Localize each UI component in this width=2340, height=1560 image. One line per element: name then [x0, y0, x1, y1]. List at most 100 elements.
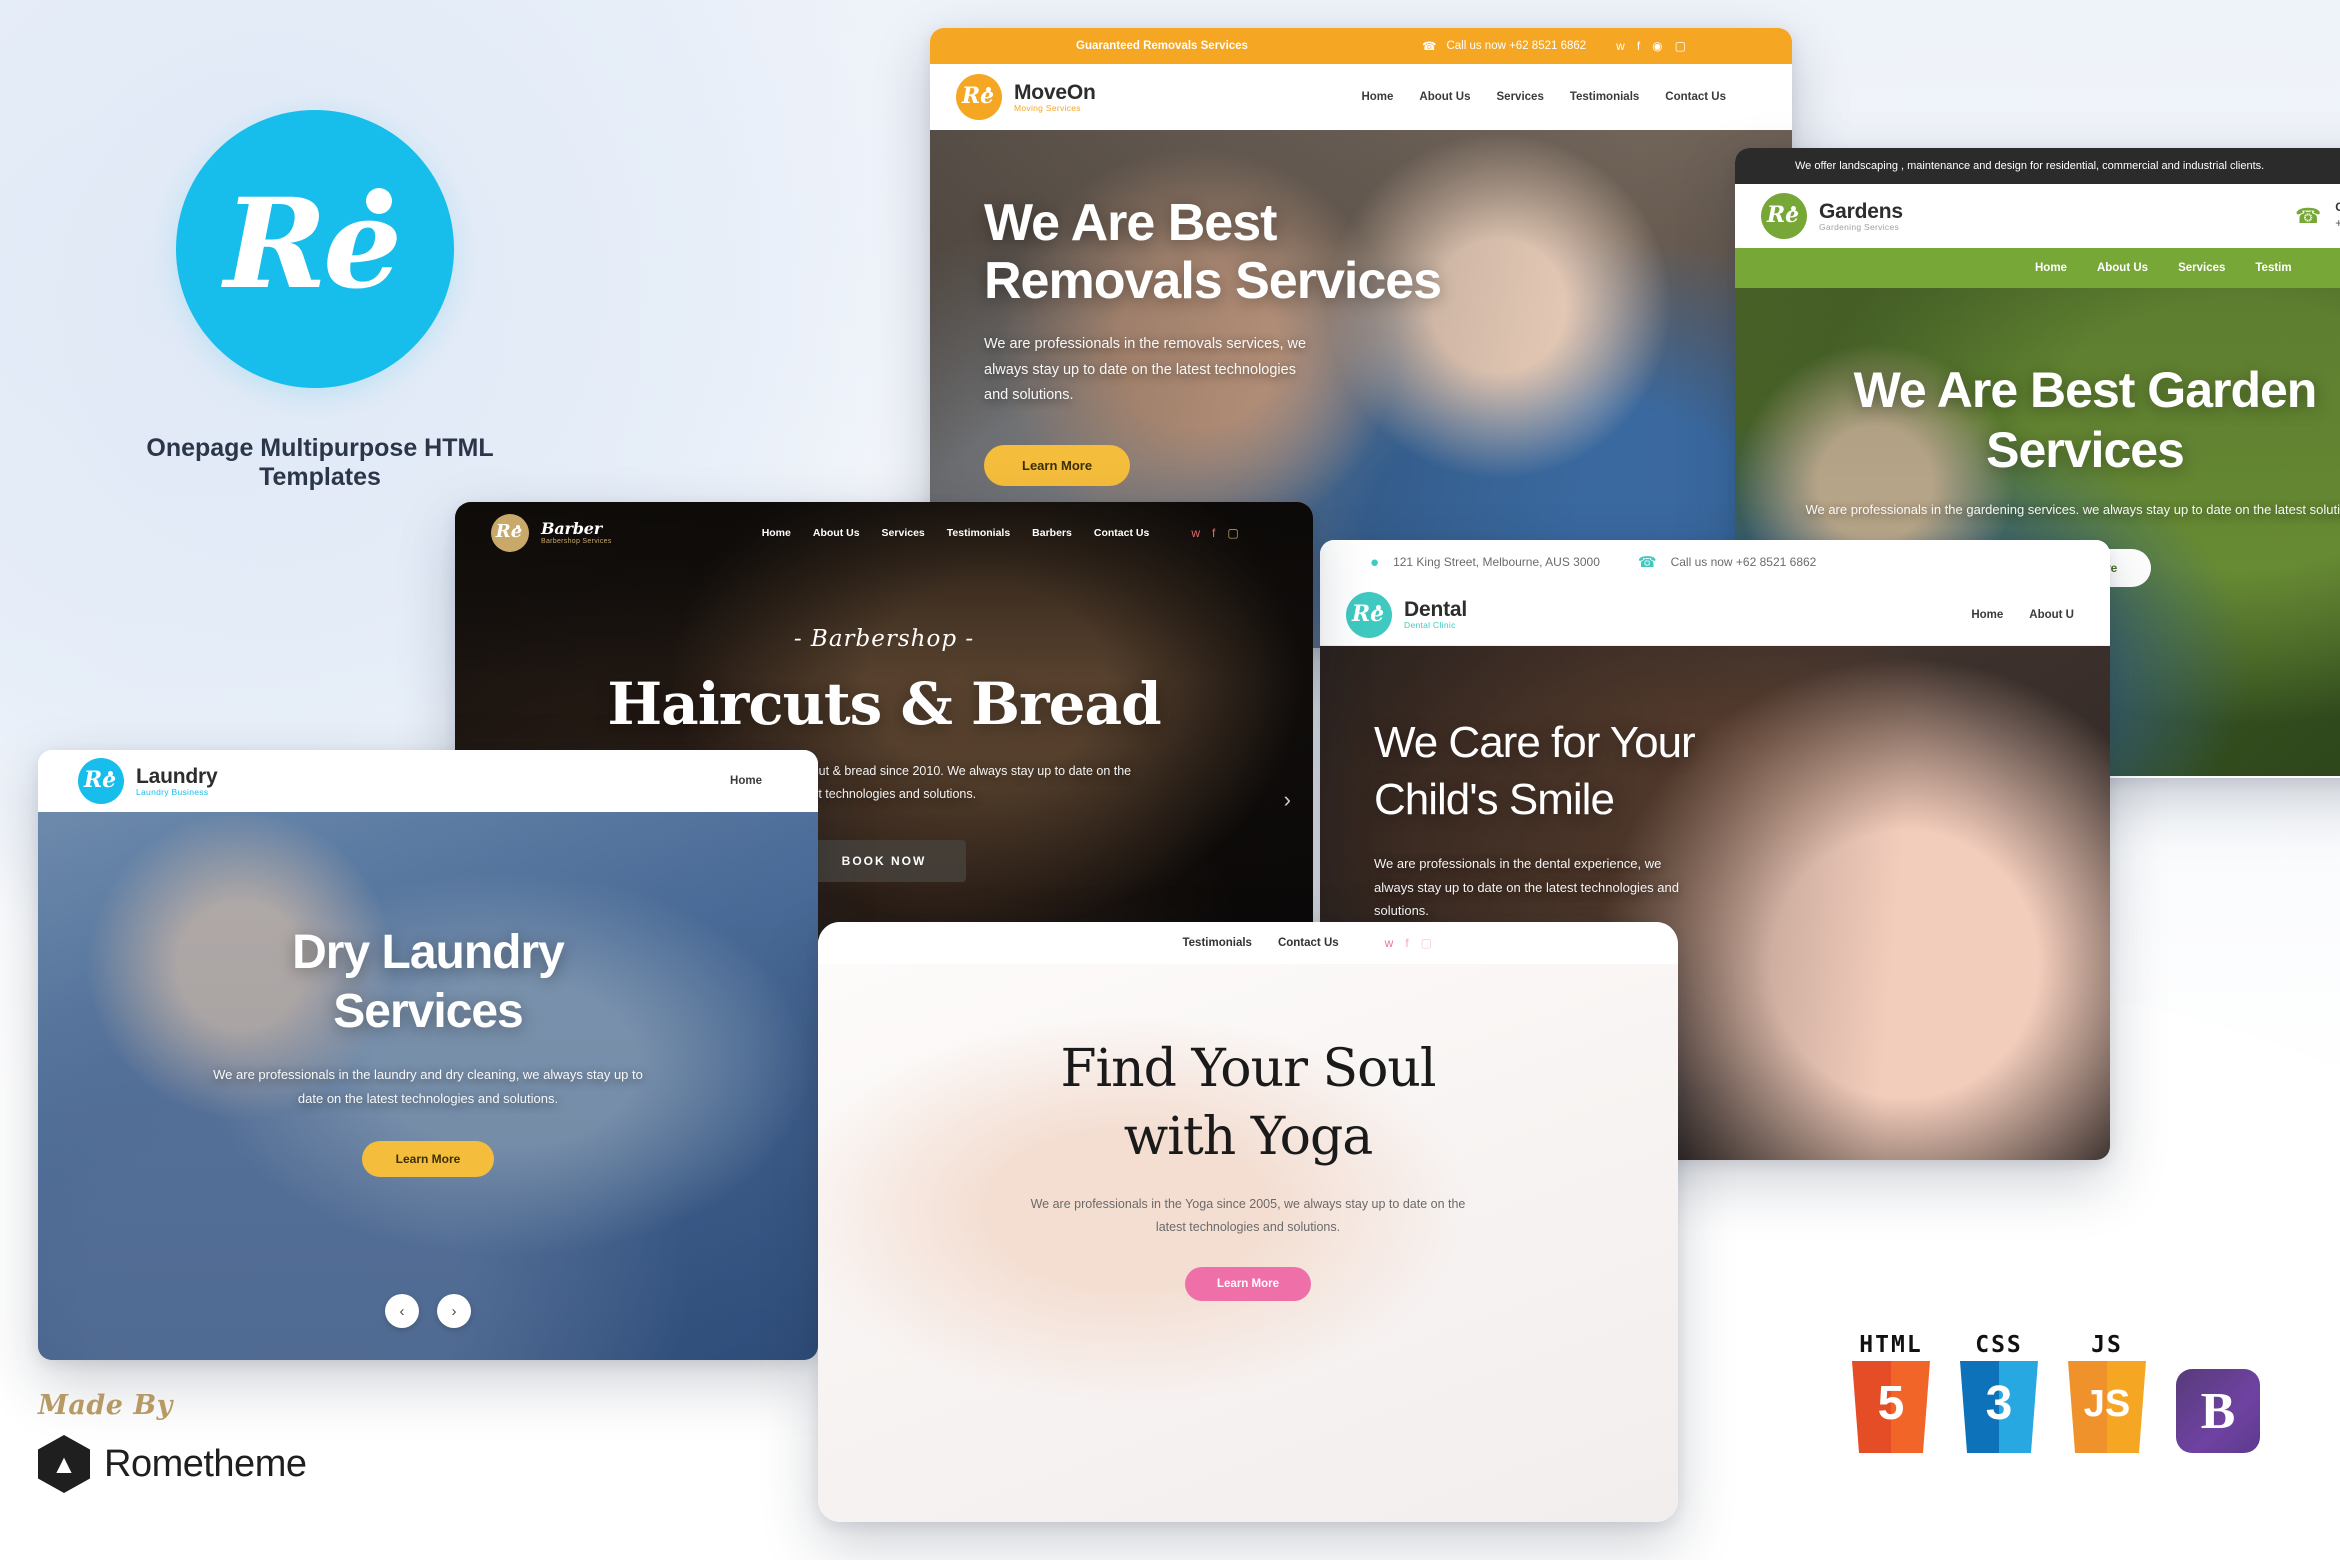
- gardens-topbar-text: We offer landscaping , maintenance and d…: [1795, 160, 2265, 172]
- chevron-right-icon[interactable]: ›: [1284, 787, 1291, 813]
- instagram-icon[interactable]: ▢: [1227, 527, 1238, 539]
- nav-item-about[interactable]: About U: [2029, 609, 2074, 621]
- nav-item-contact[interactable]: Contact Us: [1665, 91, 1726, 103]
- nav-item-contact[interactable]: Contact Us: [1094, 527, 1149, 539]
- laundry-carousel-controls[interactable]: ‹ ›: [385, 1294, 471, 1328]
- nav-item-about[interactable]: About Us: [2097, 262, 2148, 274]
- nav-item-testimonials[interactable]: Testim: [2255, 262, 2291, 274]
- template-card-laundry[interactable]: Re Laundry Laundry Business Home Dry Lau…: [38, 750, 818, 1360]
- javascript-badge-caption: JS: [2091, 1332, 2123, 1358]
- rometheme-logo-row[interactable]: ▲ Rometheme: [38, 1435, 307, 1493]
- made-by-label: Made By: [38, 1390, 173, 1421]
- facebook-icon[interactable]: f: [1405, 937, 1408, 949]
- brand-tagline: Onepage Multipurpose HTML Templates: [146, 434, 494, 491]
- nav-item-home[interactable]: Home: [730, 775, 762, 787]
- dental-logo[interactable]: Re: [1346, 591, 1392, 638]
- css3-shield-icon: 3: [1960, 1361, 2038, 1453]
- laundry-hero-title-2: Services: [333, 984, 524, 1038]
- made-by-block: Made By ▲ Rometheme: [38, 1390, 307, 1493]
- barber-brand-subtitle: Barbershop Services: [541, 537, 612, 545]
- phone-icon: ☎: [1637, 554, 1657, 571]
- nav-item-barbers[interactable]: Barbers: [1032, 527, 1072, 539]
- nav-item-home[interactable]: Home: [2035, 262, 2067, 274]
- moveon-nav[interactable]: Home About Us Services Testimonials Cont…: [1361, 91, 1726, 103]
- twitter-icon[interactable]: w: [1616, 40, 1625, 52]
- dental-phone[interactable]: Call us now +62 8521 6862: [1671, 555, 1817, 569]
- tech-badges: HTML 5 CSS 3 JS JS B: [1852, 1332, 2260, 1453]
- template-card-yoga[interactable]: Testimonials Contact Us w f ▢ Find Your …: [818, 922, 1678, 1522]
- moveon-topbar: Guaranteed Removals Services ☎ Call us n…: [930, 28, 1792, 64]
- chevron-left-icon[interactable]: ‹: [385, 1294, 419, 1328]
- nav-item-testimonials[interactable]: Testimonials: [1570, 91, 1639, 103]
- dribbble-icon[interactable]: ◉: [1652, 40, 1662, 52]
- barber-hero-title: Haircuts & Bread: [607, 670, 1161, 738]
- brand-block: Re Onepage Multipurpose HTML Templates: [100, 110, 660, 492]
- twitter-icon[interactable]: w: [1191, 527, 1200, 539]
- moveon-logo[interactable]: Re: [956, 74, 1002, 120]
- instagram-icon[interactable]: ▢: [1421, 937, 1432, 949]
- javascript-shield-icon: JS: [2068, 1361, 2146, 1453]
- nav-item-home[interactable]: Home: [1361, 91, 1393, 103]
- dental-address: 121 King Street, Melbourne, AUS 3000: [1393, 555, 1600, 569]
- laundry-brand-title: Laundry: [136, 764, 218, 788]
- barber-logo[interactable]: Re: [491, 514, 529, 552]
- html5-badge: HTML 5: [1852, 1332, 1930, 1453]
- nav-item-services[interactable]: Services: [2178, 262, 2225, 274]
- re-logo: Re: [176, 110, 454, 388]
- moveon-navbar: Re MoveOn Moving Services Home About Us …: [930, 64, 1792, 130]
- gardens-phone[interactable]: +62 7100 123: [2335, 216, 2340, 232]
- chevron-right-icon[interactable]: ›: [437, 1294, 471, 1328]
- gardens-logo[interactable]: Re: [1761, 193, 1807, 239]
- laundry-nav[interactable]: Home: [730, 775, 762, 787]
- barber-nav[interactable]: Home About Us Services Testimonials Barb…: [762, 527, 1239, 539]
- nav-item-about[interactable]: About Us: [1419, 91, 1470, 103]
- gardens-nav[interactable]: Home About Us Services Testim: [1735, 248, 2340, 288]
- nav-item-home[interactable]: Home: [1971, 609, 2003, 621]
- nav-item-contact[interactable]: Contact Us: [1278, 937, 1339, 949]
- gardens-call-block[interactable]: ☎ Call Us : +62 7100 123: [2295, 200, 2340, 231]
- gardens-brand-subtitle: Gardening Services: [1819, 221, 1900, 232]
- dental-topbar: ● 121 King Street, Melbourne, AUS 3000 ☎…: [1320, 540, 2110, 584]
- nav-item-services[interactable]: Services: [882, 527, 925, 539]
- yoga-cta-button[interactable]: Learn More: [1185, 1267, 1311, 1302]
- html5-shield-icon: 5: [1852, 1361, 1930, 1453]
- nav-item-home[interactable]: Home: [762, 527, 791, 539]
- facebook-icon[interactable]: f: [1212, 527, 1215, 539]
- laundry-brand-subtitle: Laundry Business: [136, 786, 209, 797]
- yoga-navbar[interactable]: Testimonials Contact Us w f ▢: [818, 922, 1678, 964]
- laundry-cta-button[interactable]: Learn More: [361, 1141, 495, 1178]
- dental-navbar: Re Dental Dental Clinic Home About U: [1320, 584, 2110, 646]
- dental-logo-dot: [1376, 604, 1381, 610]
- barber-cta-button[interactable]: BOOK NOW: [801, 840, 967, 883]
- nav-item-testimonials[interactable]: Testimonials: [947, 527, 1010, 539]
- nav-item-testimonials[interactable]: Testimonials: [1182, 937, 1251, 949]
- moveon-brand-title: MoveOn: [1014, 80, 1096, 104]
- laundry-hero-title-1: Dry Laundry: [292, 926, 565, 979]
- nav-item-about[interactable]: About Us: [813, 527, 860, 539]
- moveon-brandname: MoveOn Moving Services: [1014, 80, 1096, 113]
- twitter-icon[interactable]: w: [1385, 937, 1394, 949]
- moveon-social-links[interactable]: w f ◉ ▢: [1616, 40, 1686, 52]
- moveon-cta-button[interactable]: Learn More: [984, 444, 1131, 486]
- facebook-icon[interactable]: f: [1637, 40, 1640, 52]
- laundry-hero-content: Dry Laundry Services We are professional…: [38, 812, 818, 1178]
- poster-stage: Re Onepage Multipurpose HTML Templates G…: [0, 0, 2340, 1560]
- css3-badge: CSS 3: [1960, 1332, 2038, 1453]
- barber-brand-title: Barber: [541, 518, 602, 538]
- barber-hero-eyebrow: - Barbershop -: [793, 626, 975, 652]
- dental-nav[interactable]: Home About U: [1971, 609, 2074, 621]
- moveon-logo-dot: [986, 87, 991, 92]
- nav-item-services[interactable]: Services: [1497, 91, 1544, 103]
- yoga-social-links[interactable]: w f ▢: [1385, 937, 1432, 949]
- yoga-hero-text: We are professionals in the Yoga since 2…: [1030, 1197, 1466, 1235]
- dental-hero-title-1: We Care for Your: [1374, 718, 1696, 767]
- barber-social-links[interactable]: w f ▢: [1191, 527, 1238, 539]
- instagram-icon[interactable]: ▢: [1675, 40, 1686, 52]
- barber-navbar: Re Barber Barbershop Services Home About…: [455, 502, 1313, 564]
- laundry-logo[interactable]: Re: [78, 758, 124, 804]
- moveon-phone[interactable]: Call us now +62 8521 6862: [1446, 40, 1586, 52]
- laundry-brandname: Laundry Laundry Business: [136, 764, 218, 797]
- moveon-hero-title-1: We Are Best: [984, 194, 1277, 252]
- html5-badge-mark: 5: [1877, 1377, 1905, 1430]
- dental-brand-title: Dental: [1404, 598, 1467, 622]
